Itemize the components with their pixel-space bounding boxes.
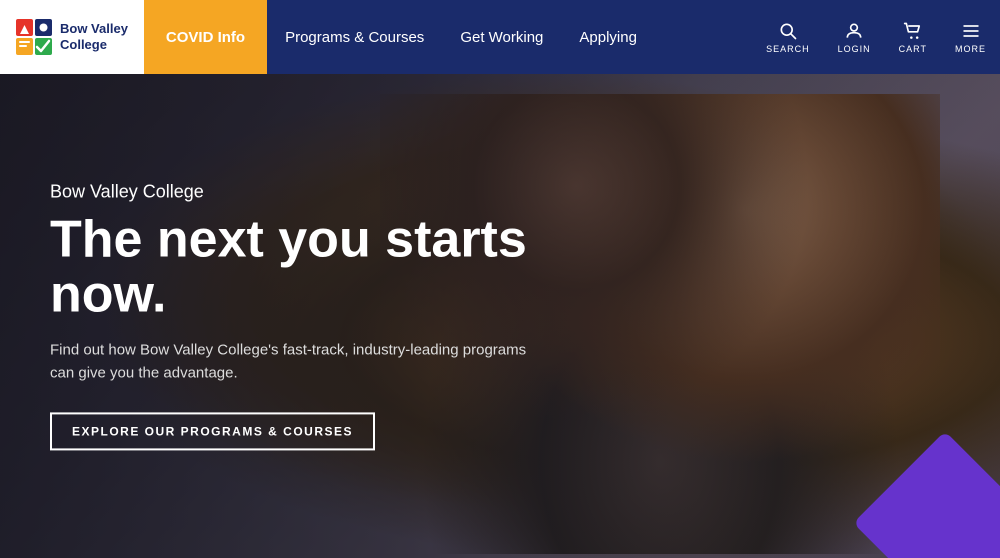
cart-icon	[903, 21, 923, 41]
login-nav-button[interactable]: LOGIN	[824, 0, 885, 74]
explore-programs-button[interactable]: EXPLORE OUR PROGRAMS & COURSES	[50, 413, 375, 451]
search-label: SEARCH	[766, 44, 810, 54]
hero-section: Bow Valley College The next you starts n…	[0, 74, 1000, 558]
login-label: LOGIN	[838, 44, 871, 54]
logo-icon	[16, 19, 52, 55]
more-label: MORE	[955, 44, 986, 54]
more-icon	[961, 21, 981, 41]
logo-text: Bow Valley College	[60, 21, 128, 52]
hero-subtitle: Bow Valley College	[50, 181, 570, 202]
more-nav-button[interactable]: MORE	[941, 0, 1000, 74]
nav-applying[interactable]: Applying	[561, 0, 655, 74]
navbar: Bow Valley College COVID Info Programs &…	[0, 0, 1000, 74]
search-nav-button[interactable]: SEARCH	[752, 0, 824, 74]
nav-icons: SEARCH LOGIN CART MORE	[752, 0, 1000, 74]
covid-button[interactable]: COVID Info	[144, 0, 267, 74]
hero-title: The next you starts now.	[50, 212, 570, 321]
logo-box: Bow Valley College	[16, 19, 128, 55]
nav-links: Programs & Courses Get Working Applying	[267, 0, 752, 74]
hero-description: Find out how Bow Valley College's fast-t…	[50, 340, 540, 385]
search-icon	[778, 21, 798, 41]
nav-programs[interactable]: Programs & Courses	[267, 0, 442, 74]
hero-content: Bow Valley College The next you starts n…	[50, 181, 570, 450]
cart-nav-button[interactable]: CART	[885, 0, 941, 74]
login-icon	[844, 21, 864, 41]
logo-area[interactable]: Bow Valley College	[0, 0, 144, 74]
nav-get-working[interactable]: Get Working	[442, 0, 561, 74]
cart-label: CART	[899, 44, 927, 54]
